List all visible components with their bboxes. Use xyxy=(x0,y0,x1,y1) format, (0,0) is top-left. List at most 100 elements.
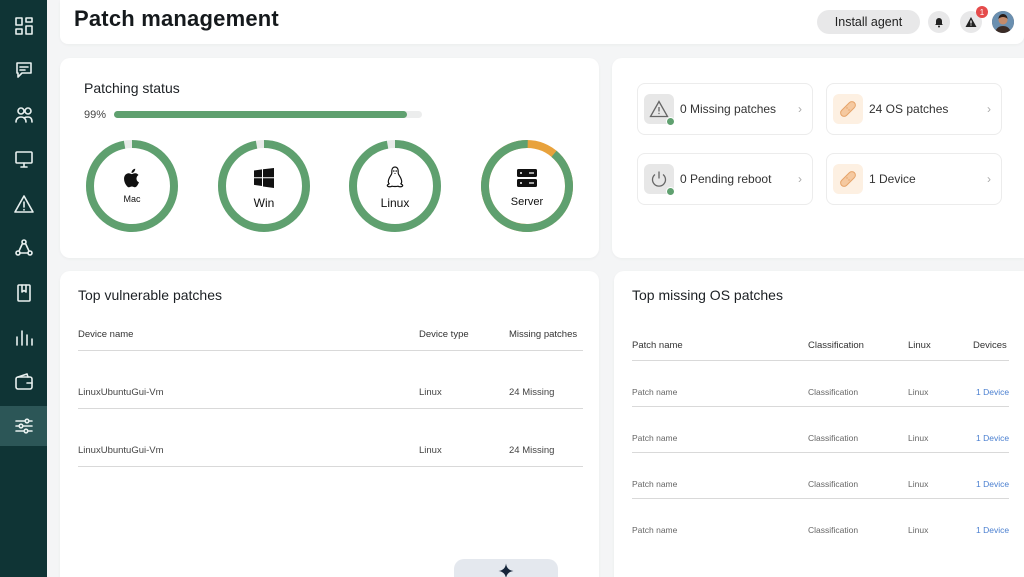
column-header[interactable]: Missing patches xyxy=(509,329,577,340)
column-header[interactable]: Classification xyxy=(808,340,864,351)
ring-mac-label: Mac xyxy=(123,194,141,204)
bandage-icon xyxy=(840,171,856,187)
server-icon xyxy=(517,169,537,187)
sidebar-item-dashboard[interactable] xyxy=(0,6,47,46)
monitor-icon xyxy=(14,151,33,168)
patching-progress-fill xyxy=(114,111,407,118)
user-avatar[interactable] xyxy=(992,11,1014,33)
device-name-cell: LinuxUbuntuGui-Vm xyxy=(78,445,164,456)
pending-reboot-text: 0 Pending reboot xyxy=(680,172,772,186)
wallet-icon xyxy=(14,373,33,390)
classification-cell: Classification xyxy=(808,479,859,489)
os-cell: Linux xyxy=(908,525,929,535)
divider xyxy=(78,408,583,409)
devices-link[interactable]: 1 Device xyxy=(976,479,1009,489)
ai-assistant-button[interactable] xyxy=(454,559,558,577)
patch-summary-card: 0 Missing patches › 24 OS patches › 0 Pe… xyxy=(612,58,1024,258)
ring-mac[interactable]: Mac xyxy=(84,138,180,234)
device-count-icon-box xyxy=(833,164,863,194)
alert-icon xyxy=(13,195,34,213)
ring-linux-label: Linux xyxy=(380,196,410,210)
ring-server[interactable]: Server xyxy=(479,138,575,234)
chevron-right-icon: › xyxy=(798,172,802,186)
dashboard-icon xyxy=(14,17,33,35)
divider xyxy=(632,452,1009,453)
column-header[interactable]: Devices xyxy=(973,340,1007,351)
sidebar-item-billing[interactable] xyxy=(0,362,47,402)
notifications-button[interactable] xyxy=(928,11,950,33)
ring-windows[interactable]: Win xyxy=(216,138,312,234)
vulnerable-title: Top vulnerable patches xyxy=(78,287,222,303)
sidebar-item-messages[interactable] xyxy=(0,50,47,90)
devices-link[interactable]: 1 Device xyxy=(976,525,1009,535)
ring-windows-label: Win xyxy=(253,196,275,210)
column-header[interactable]: Linux xyxy=(908,340,931,351)
check-icon xyxy=(666,117,675,126)
devices-link[interactable]: 1 Device xyxy=(976,433,1009,443)
os-cell: Linux xyxy=(908,387,929,397)
classification-cell: Classification xyxy=(808,525,859,535)
warning-icon xyxy=(649,100,669,118)
alert-count-badge: 1 xyxy=(976,6,988,18)
patching-status-card: Patching status 99% Mac Win Linux Server xyxy=(60,58,599,258)
sidebar-item-patch-settings[interactable] xyxy=(0,406,47,446)
device-type-cell: Linux xyxy=(419,387,442,398)
device-count-tile[interactable]: 1 Device › xyxy=(826,153,1002,205)
missing-patches-tile[interactable]: 0 Missing patches › xyxy=(637,83,813,135)
missing-patches-cell: 24 Missing xyxy=(509,445,555,456)
os-cell: Linux xyxy=(908,433,929,443)
ring-server-label: Server xyxy=(510,196,544,208)
sidebar-item-users[interactable] xyxy=(0,95,47,135)
top-header: Patch management Install agent 1 xyxy=(60,0,1024,44)
pending-reboot-tile[interactable]: 0 Pending reboot › xyxy=(637,153,813,205)
sidebar-item-devices[interactable] xyxy=(0,139,47,179)
check-icon xyxy=(666,187,675,196)
os-patches-tile[interactable]: 24 OS patches › xyxy=(826,83,1002,135)
top-missing-os-patches-card: Top missing OS patches Patch name Classi… xyxy=(614,271,1024,577)
sidebar-item-network[interactable] xyxy=(0,228,47,268)
column-header[interactable]: Device name xyxy=(78,329,133,340)
classification-cell: Classification xyxy=(808,387,859,397)
avatar-image xyxy=(992,11,1014,33)
network-icon xyxy=(14,239,33,256)
patch-name-cell: Patch name xyxy=(632,525,678,535)
divider xyxy=(632,406,1009,407)
chevron-right-icon: › xyxy=(798,102,802,116)
warning-icon xyxy=(965,17,977,27)
divider xyxy=(78,466,583,467)
sparkle-icon xyxy=(498,563,514,577)
os-patches-icon-box xyxy=(833,94,863,124)
chevron-right-icon: › xyxy=(987,172,991,186)
patch-name-cell: Patch name xyxy=(632,479,678,489)
linux-icon xyxy=(386,166,404,188)
chevron-right-icon: › xyxy=(987,102,991,116)
ring-linux[interactable]: Linux xyxy=(347,138,443,234)
divider xyxy=(78,350,583,351)
power-icon xyxy=(651,171,667,187)
sliders-icon xyxy=(14,418,33,434)
os-patches-text: 24 OS patches xyxy=(869,102,949,116)
patch-name-cell: Patch name xyxy=(632,387,678,397)
missing-os-title: Top missing OS patches xyxy=(632,287,783,303)
install-agent-button[interactable]: Install agent xyxy=(817,10,920,34)
missing-patches-cell: 24 Missing xyxy=(509,387,555,398)
chart-icon xyxy=(15,330,33,346)
page-title: Patch management xyxy=(74,6,279,31)
sidebar-item-alerts[interactable] xyxy=(0,184,47,224)
devices-link[interactable]: 1 Device xyxy=(976,387,1009,397)
users-icon xyxy=(14,107,33,123)
sidebar xyxy=(0,0,47,577)
patch-name-cell: Patch name xyxy=(632,433,678,443)
bell-icon xyxy=(935,18,943,28)
book-icon xyxy=(16,284,31,302)
device-count-text: 1 Device xyxy=(869,172,916,186)
sidebar-item-reports[interactable] xyxy=(0,317,47,357)
column-header[interactable]: Patch name xyxy=(632,340,683,351)
os-cell: Linux xyxy=(908,479,929,489)
column-header[interactable]: Device type xyxy=(419,329,469,340)
classification-cell: Classification xyxy=(808,433,859,443)
device-name-cell: LinuxUbuntuGui-Vm xyxy=(78,387,164,398)
sidebar-item-library[interactable] xyxy=(0,273,47,313)
divider xyxy=(632,360,1009,361)
bandage-icon xyxy=(840,101,856,117)
